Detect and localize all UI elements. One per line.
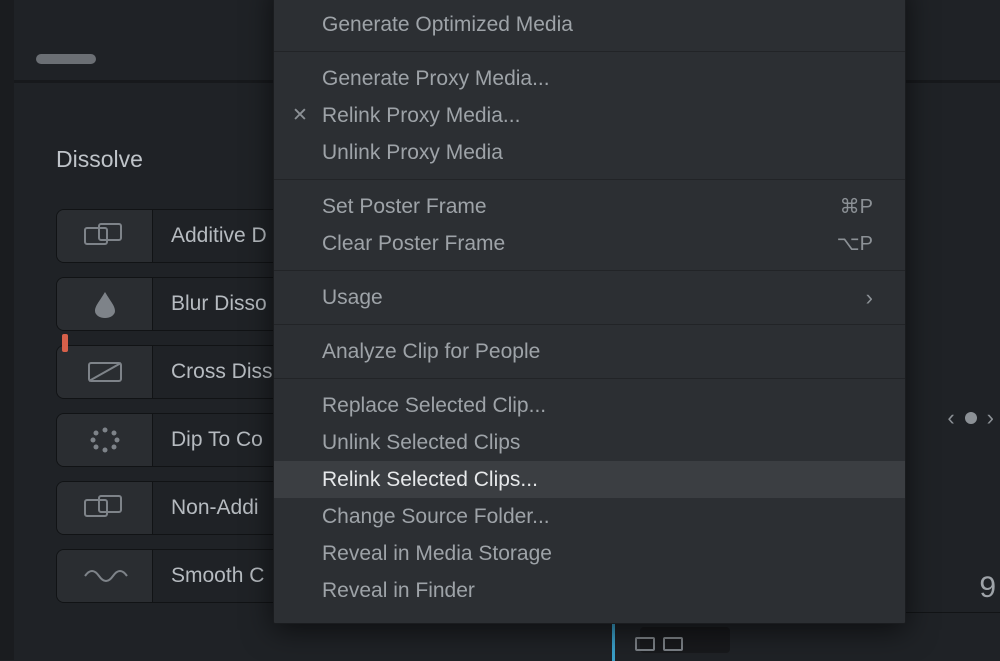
- drop-icon: [79, 288, 131, 320]
- drop-icon-cell: [57, 278, 153, 330]
- track-small-icons: [635, 637, 683, 651]
- horizontal-scrollbar-thumb[interactable]: [36, 54, 96, 64]
- menu-set-poster-frame[interactable]: Set Poster Frame ⌘P: [274, 188, 905, 225]
- menu-clear-poster-frame[interactable]: Clear Poster Frame ⌥P: [274, 225, 905, 262]
- track-box-icon[interactable]: [663, 637, 683, 651]
- transition-label: Dip To Co: [153, 428, 263, 452]
- menu-generate-proxy-media[interactable]: Generate Proxy Media...: [274, 60, 905, 97]
- menu-unlink-selected-clips[interactable]: Unlink Selected Clips: [274, 424, 905, 461]
- menu-label: Reveal in Finder: [322, 579, 475, 603]
- track-box-icon[interactable]: [635, 637, 655, 651]
- dots-icon-cell: [57, 414, 153, 466]
- cross-icon-cell: [57, 346, 153, 398]
- transition-label: Cross Diss: [153, 360, 273, 384]
- wave-icon: [79, 560, 131, 592]
- spinner-dots-icon: [79, 424, 131, 456]
- wave-icon-cell: [57, 550, 153, 602]
- additive-icon-cell: [57, 210, 153, 262]
- chevron-right-icon: ›: [866, 285, 873, 311]
- additive-icon-cell: [57, 482, 153, 534]
- menu-reveal-in-finder[interactable]: Reveal in Finder: [274, 572, 905, 609]
- next-icon[interactable]: ›: [987, 405, 994, 431]
- transition-label: Additive D: [153, 224, 267, 248]
- menu-separator: [274, 324, 905, 325]
- cross-dissolve-icon: [79, 356, 131, 388]
- menu-separator: [274, 51, 905, 52]
- transition-label: Smooth C: [153, 564, 264, 588]
- menu-label: Unlink Selected Clips: [322, 431, 520, 455]
- menu-replace-selected-clip[interactable]: Replace Selected Clip...: [274, 387, 905, 424]
- menu-label: Clear Poster Frame: [322, 232, 505, 256]
- menu-separator: [274, 179, 905, 180]
- transition-label: Blur Disso: [153, 292, 267, 316]
- shortcut: ⌥P: [837, 231, 873, 256]
- menu-label: Generate Proxy Media...: [322, 67, 550, 91]
- menu-usage[interactable]: Usage ›: [274, 279, 905, 316]
- menu-separator: [274, 270, 905, 271]
- menu-relink-proxy-media[interactable]: ✕ Relink Proxy Media...: [274, 97, 905, 134]
- menu-label: Analyze Clip for People: [322, 340, 540, 364]
- timecode-digit: 9: [979, 571, 996, 605]
- menu-label: Set Poster Frame: [322, 195, 487, 219]
- menu-label: Replace Selected Clip...: [322, 394, 546, 418]
- menu-reveal-in-media-storage[interactable]: Reveal in Media Storage: [274, 535, 905, 572]
- menu-unlink-proxy-media[interactable]: Unlink Proxy Media: [274, 134, 905, 171]
- menu-label: Reveal in Media Storage: [322, 542, 552, 566]
- shortcut: ⌘P: [840, 194, 873, 219]
- menu-label: Change Source Folder...: [322, 505, 550, 529]
- menu-relink-selected-clips[interactable]: Relink Selected Clips...: [274, 461, 905, 498]
- menu-label: Relink Selected Clips...: [322, 468, 538, 492]
- current-dot-icon: [965, 412, 977, 424]
- transition-label: Non-Addi: [153, 496, 259, 520]
- menu-separator: [274, 378, 905, 379]
- menu-generate-optimized-media[interactable]: Generate Optimized Media: [274, 6, 905, 43]
- menu-label: Generate Optimized Media: [322, 13, 573, 37]
- favorite-marker: [62, 334, 68, 352]
- menu-label: Usage: [322, 286, 383, 310]
- non-additive-icon: [79, 492, 131, 524]
- additive-icon: [79, 220, 131, 252]
- app-left-edge: [0, 0, 14, 660]
- clip-context-menu: Generate Optimized Media Generate Proxy …: [273, 0, 906, 624]
- menu-label: Unlink Proxy Media: [322, 141, 503, 165]
- menu-change-source-folder[interactable]: Change Source Folder...: [274, 498, 905, 535]
- close-icon: ✕: [292, 104, 308, 127]
- menu-analyze-clip-for-people[interactable]: Analyze Clip for People: [274, 333, 905, 370]
- viewer-navigation: ‹ ›: [947, 405, 994, 431]
- menu-label: Relink Proxy Media...: [322, 104, 520, 128]
- prev-icon[interactable]: ‹: [947, 405, 954, 431]
